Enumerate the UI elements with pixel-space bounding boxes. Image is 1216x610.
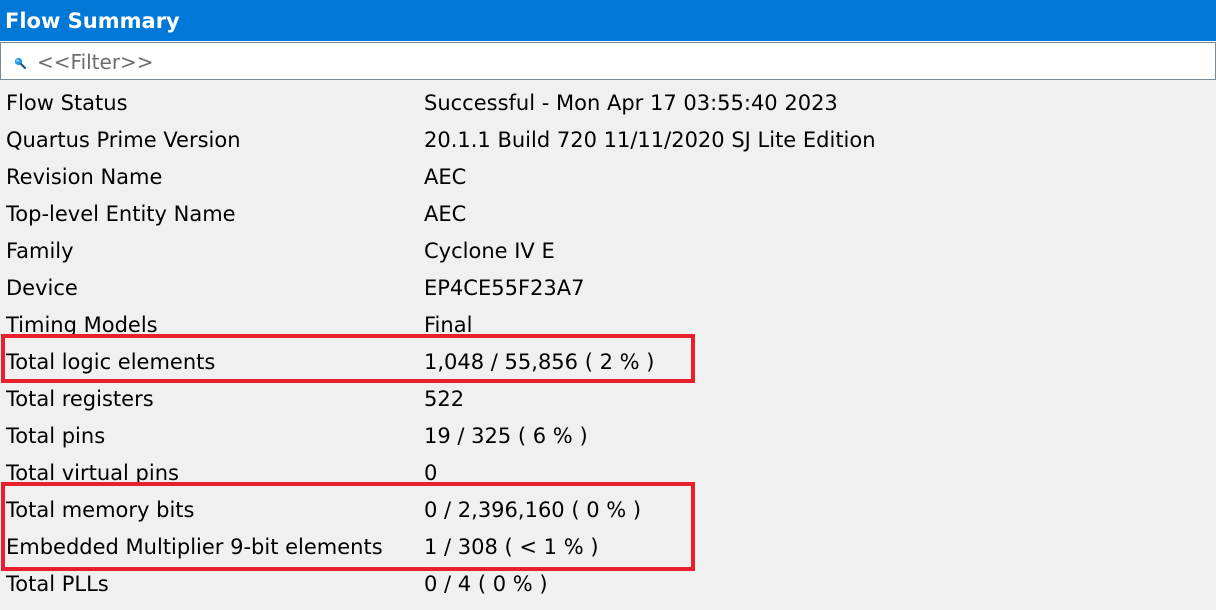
row-value: 1,048 / 55,856 ( 2 % ): [424, 350, 655, 374]
row-label: Top-level Entity Name: [6, 202, 236, 226]
row-value: 1 / 308 ( < 1 % ): [424, 535, 599, 559]
table-row: Flow Status Successful - Mon Apr 17 03:5…: [0, 84, 1216, 121]
row-value: AEC: [424, 165, 467, 189]
flow-summary-table: Flow Status Successful - Mon Apr 17 03:5…: [0, 84, 1216, 602]
row-value: 0 / 2,396,160 ( 0 % ): [424, 498, 642, 522]
table-row: Total pins 19 / 325 ( 6 % ): [0, 417, 1216, 454]
row-value: Cyclone IV E: [424, 239, 555, 263]
row-value: 522: [424, 387, 465, 411]
table-row: Timing Models Final: [0, 306, 1216, 343]
filter-bar: [0, 42, 1216, 80]
row-label: Total registers: [6, 387, 154, 411]
row-value: 0 / 4 ( 0 % ): [424, 572, 548, 596]
row-value: AEC: [424, 202, 467, 226]
row-value: 19 / 325 ( 6 % ): [424, 424, 588, 448]
row-value: EP4CE55F23A7: [424, 276, 585, 300]
row-label: Total pins: [6, 424, 106, 448]
table-row: Total logic elements 1,048 / 55,856 ( 2 …: [0, 343, 1216, 380]
table-row: Total memory bits 0 / 2,396,160 ( 0 % ): [0, 491, 1216, 528]
table-row: Revision Name AEC: [0, 158, 1216, 195]
row-value: Final: [424, 313, 473, 337]
row-label: Total memory bits: [6, 498, 195, 522]
table-row: Total PLLs 0 / 4 ( 0 % ): [0, 565, 1216, 602]
table-row: Device EP4CE55F23A7: [0, 269, 1216, 306]
row-value: 0: [424, 461, 438, 485]
row-label: Embedded Multiplier 9-bit elements: [6, 535, 383, 559]
panel-title: Flow Summary: [5, 9, 180, 33]
row-label: Device: [6, 276, 78, 300]
row-value: Successful - Mon Apr 17 03:55:40 2023: [424, 91, 838, 115]
table-row: Top-level Entity Name AEC: [0, 195, 1216, 232]
row-label: Revision Name: [6, 165, 163, 189]
row-label: Family: [6, 239, 74, 263]
row-label: Quartus Prime Version: [6, 128, 241, 152]
table-row: Embedded Multiplier 9-bit elements 1 / 3…: [0, 528, 1216, 565]
table-row: Quartus Prime Version 20.1.1 Build 720 1…: [0, 121, 1216, 158]
panel-title-bar: Flow Summary: [0, 0, 1216, 42]
row-label: Flow Status: [6, 91, 128, 115]
row-value: 20.1.1 Build 720 11/11/2020 SJ Lite Edit…: [424, 128, 876, 152]
search-icon[interactable]: [14, 57, 26, 69]
row-label: Total virtual pins: [6, 461, 179, 485]
table-row: Total registers 522: [0, 380, 1216, 417]
row-label: Timing Models: [6, 313, 158, 337]
filter-input[interactable]: [37, 49, 1197, 75]
row-label: Total logic elements: [6, 350, 216, 374]
row-label: Total PLLs: [6, 572, 109, 596]
table-row: Family Cyclone IV E: [0, 232, 1216, 269]
table-row: Total virtual pins 0: [0, 454, 1216, 491]
